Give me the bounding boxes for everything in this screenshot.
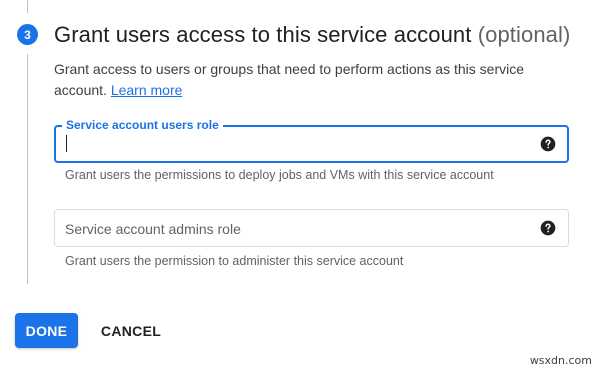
step-description: Grant access to users or groups that nee… xyxy=(54,59,544,101)
users-role-hint: Grant users the permissions to deploy jo… xyxy=(65,168,494,182)
step-number: 3 xyxy=(24,27,31,42)
admins-role-input[interactable] xyxy=(55,210,568,246)
step-number-badge: 3 xyxy=(17,24,38,45)
step-title-text: Grant users access to this service accou… xyxy=(54,22,472,47)
text-cursor xyxy=(66,135,67,152)
step-title: Grant users access to this service accou… xyxy=(54,21,570,49)
learn-more-link[interactable]: Learn more xyxy=(111,82,183,98)
stepper-connector-top xyxy=(27,0,28,13)
watermark: wsxdn.com xyxy=(529,354,592,367)
users-role-field[interactable]: Service account users role xyxy=(54,118,569,163)
done-button[interactable]: DONE xyxy=(15,313,78,348)
step-optional-label: (optional) xyxy=(477,22,571,47)
help-circle-icon[interactable] xyxy=(540,220,556,236)
admins-role-field[interactable]: Service account admins role xyxy=(54,209,569,247)
admins-role-hint: Grant users the permission to administer… xyxy=(65,254,404,268)
cancel-button[interactable]: CANCEL xyxy=(92,313,170,348)
users-role-input[interactable] xyxy=(56,127,567,161)
help-circle-icon[interactable] xyxy=(540,136,556,152)
stepper-connector-bottom xyxy=(27,54,28,284)
